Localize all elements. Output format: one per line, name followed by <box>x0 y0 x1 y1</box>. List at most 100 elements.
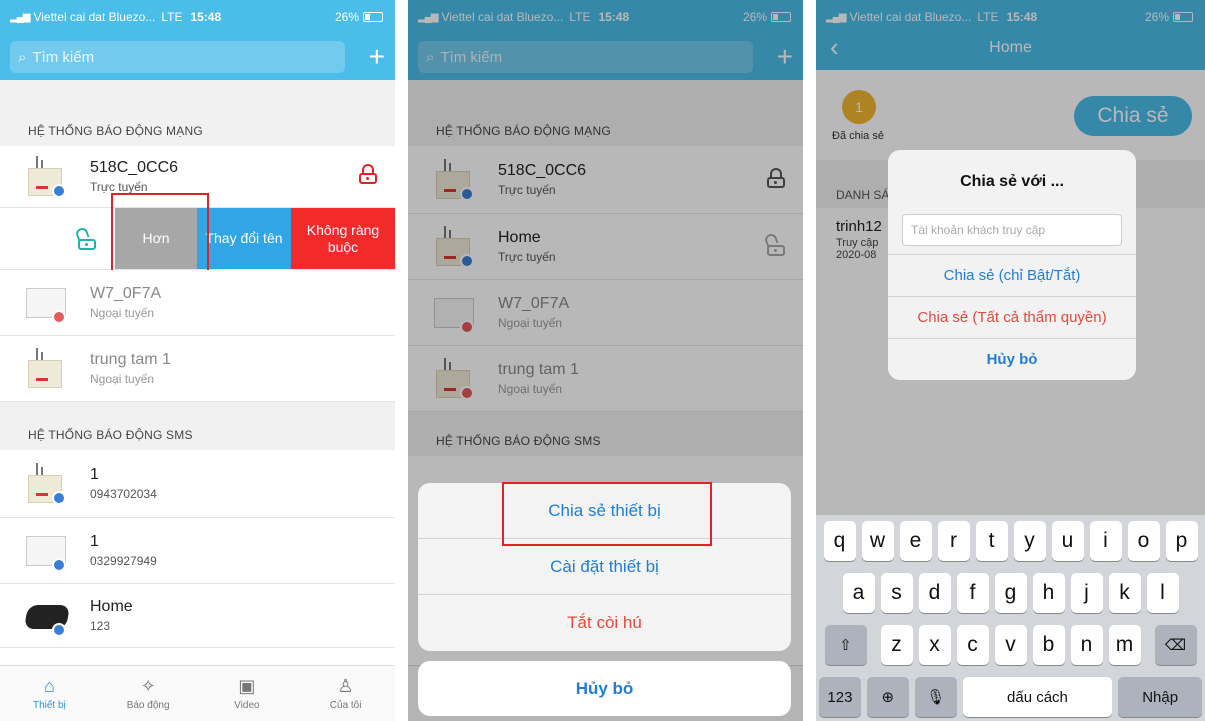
highlight-box <box>502 482 712 546</box>
key-x[interactable]: x <box>918 625 951 665</box>
status-bar: ▂▄▆ Viettel cai dat Bluezo... LTE 15:48 … <box>0 0 395 34</box>
globe-icon[interactable]: ⊕ <box>866 677 909 717</box>
microphone-icon[interactable]: 🎙 <box>914 677 957 717</box>
tab-profile[interactable]: ♙Của tôi <box>296 666 395 721</box>
alarm-panel-icon <box>26 155 70 198</box>
tab-alarm[interactable]: ✧Báo động <box>99 666 198 721</box>
clock: 15:48 <box>190 10 222 24</box>
keyboard: qwertyuiop asdfghjkl ⇧ zxcvbnm ⌫ 123 ⊕ 🎙… <box>816 515 1205 721</box>
input-placeholder: Tài khoản khách truy cập <box>911 223 1046 237</box>
key-j[interactable]: j <box>1070 573 1103 613</box>
device-row[interactable]: 1 0329927949 <box>0 518 395 584</box>
device-status: 123 <box>90 619 111 633</box>
image-icon: ▣ <box>238 676 256 696</box>
device-row[interactable]: Home 123 <box>0 584 395 648</box>
key-row-4: 123 ⊕ 🎙 dấu cách Nhập <box>819 677 1203 717</box>
share-all-button[interactable]: Chia sẻ (Tất cả thẩm quyền) <box>888 296 1136 338</box>
siren-off-button[interactable]: Tắt còi hú <box>418 595 791 651</box>
battery-percent: 26% <box>334 10 359 24</box>
device-row[interactable]: W7_0F7A Ngoại tuyến <box>0 270 395 336</box>
cancel-button[interactable]: Hủy bỏ <box>418 661 791 716</box>
device-status: Ngoại tuyến <box>90 306 155 320</box>
key-v[interactable]: v <box>994 625 1027 665</box>
hub-icon <box>23 595 71 637</box>
key-m[interactable]: m <box>1108 625 1141 665</box>
device-settings-button[interactable]: Cài đặt thiết bị <box>418 539 791 595</box>
backspace-key[interactable]: ⌫ <box>1154 625 1197 665</box>
key-a[interactable]: a <box>842 573 875 613</box>
device-row[interactable]: trung tam 1 Ngoại tuyến <box>0 336 395 402</box>
screen-action-sheet: ▂▄▆ Viettel cai dat Bluezo... LTE 15:48 … <box>408 0 803 721</box>
unbind-button[interactable]: Không ràng buộc <box>291 208 395 269</box>
device-name: 1 <box>90 533 99 550</box>
key-s[interactable]: s <box>880 573 913 613</box>
key-w[interactable]: w <box>861 521 894 561</box>
key-h[interactable]: h <box>1032 573 1065 613</box>
screen-share-dialog: ▂▄▆ Viettel cai dat Bluezo... LTE 15:48 … <box>816 0 1205 721</box>
screen-device-list: ▂▄▆ Viettel cai dat Bluezo... LTE 15:48 … <box>0 0 395 721</box>
unlock-icon[interactable] <box>74 226 96 250</box>
dialog-cancel-button[interactable]: Hủy bỏ <box>888 338 1136 380</box>
key-row-1: qwertyuiop <box>819 521 1202 561</box>
lock-icon[interactable] <box>359 164 377 184</box>
key-o[interactable]: o <box>1127 521 1160 561</box>
key-t[interactable]: t <box>975 521 1008 561</box>
key-q[interactable]: q <box>823 521 856 561</box>
key-g[interactable]: g <box>994 573 1027 613</box>
key-y[interactable]: y <box>1013 521 1046 561</box>
dialog-title: Chia sẻ với ... <box>960 173 1064 190</box>
key-n[interactable]: n <box>1070 625 1103 665</box>
keypad-panel-icon <box>26 282 70 324</box>
device-row[interactable]: 1 0943702034 <box>0 450 395 518</box>
key-l[interactable]: l <box>1146 573 1179 613</box>
alarm-panel-icon <box>26 347 70 390</box>
guest-account-input[interactable]: Tài khoản khách truy cập <box>902 214 1122 246</box>
key-k[interactable]: k <box>1108 573 1141 613</box>
search-placeholder: Tìm kiếm <box>32 48 95 66</box>
battery-icon <box>363 12 383 22</box>
key-z[interactable]: z <box>880 625 913 665</box>
carrier: Viettel cai dat Bluezo... <box>33 10 156 24</box>
key-u[interactable]: u <box>1051 521 1084 561</box>
tab-bar: ⌂Thiết bị ✧Báo động ▣Video ♙Của tôi <box>0 665 395 721</box>
key-b[interactable]: b <box>1032 625 1065 665</box>
key-c[interactable]: c <box>956 625 989 665</box>
signal-icon: ▂▄▆ <box>10 11 30 23</box>
key-row-2: asdfghjkl <box>819 573 1202 613</box>
add-device-button[interactable]: + <box>345 43 385 71</box>
key-r[interactable]: r <box>937 521 970 561</box>
enter-key[interactable]: Nhập <box>1118 677 1203 717</box>
device-name: 518C_0CC6 <box>90 159 179 176</box>
battery: 26% <box>335 10 383 24</box>
search-row: ⌕ Tìm kiếm + <box>0 34 395 80</box>
device-name: 1 <box>90 466 99 483</box>
device-status: 0943702034 <box>90 487 157 501</box>
device-status: Trực tuyến <box>90 180 148 194</box>
device-name: Home <box>90 598 133 615</box>
numbers-key[interactable]: 123 <box>819 677 861 717</box>
key-d[interactable]: d <box>918 573 951 613</box>
space-key[interactable]: dấu cách <box>962 677 1113 717</box>
rename-button[interactable]: Thay đổi tên <box>197 208 291 269</box>
user-icon: ♙ <box>337 676 354 696</box>
home-icon: ⌂ <box>43 676 55 696</box>
key-i[interactable]: i <box>1089 521 1122 561</box>
device-status: 0329927949 <box>90 554 157 568</box>
shift-key[interactable]: ⇧ <box>824 625 867 665</box>
tab-video[interactable]: ▣Video <box>198 666 297 721</box>
top-bar: ▂▄▆ Viettel cai dat Bluezo... LTE 15:48 … <box>0 0 395 80</box>
search-icon: ⌕ <box>18 48 27 66</box>
key-p[interactable]: p <box>1165 521 1198 561</box>
key-e[interactable]: e <box>899 521 932 561</box>
share-onoff-button[interactable]: Chia sẻ (chỉ Bật/Tắt) <box>888 254 1136 296</box>
network: LTE <box>161 10 183 24</box>
alarm-panel-icon <box>26 462 70 505</box>
spacer <box>0 402 395 422</box>
device-status: Ngoại tuyến <box>90 372 155 386</box>
spacer <box>0 80 395 110</box>
search-input[interactable]: ⌕ Tìm kiếm <box>10 41 345 73</box>
alarm-icon: ✧ <box>140 676 156 696</box>
key-f[interactable]: f <box>956 573 989 613</box>
keypad-panel-icon <box>26 530 70 572</box>
tab-devices[interactable]: ⌂Thiết bị <box>0 666 99 721</box>
